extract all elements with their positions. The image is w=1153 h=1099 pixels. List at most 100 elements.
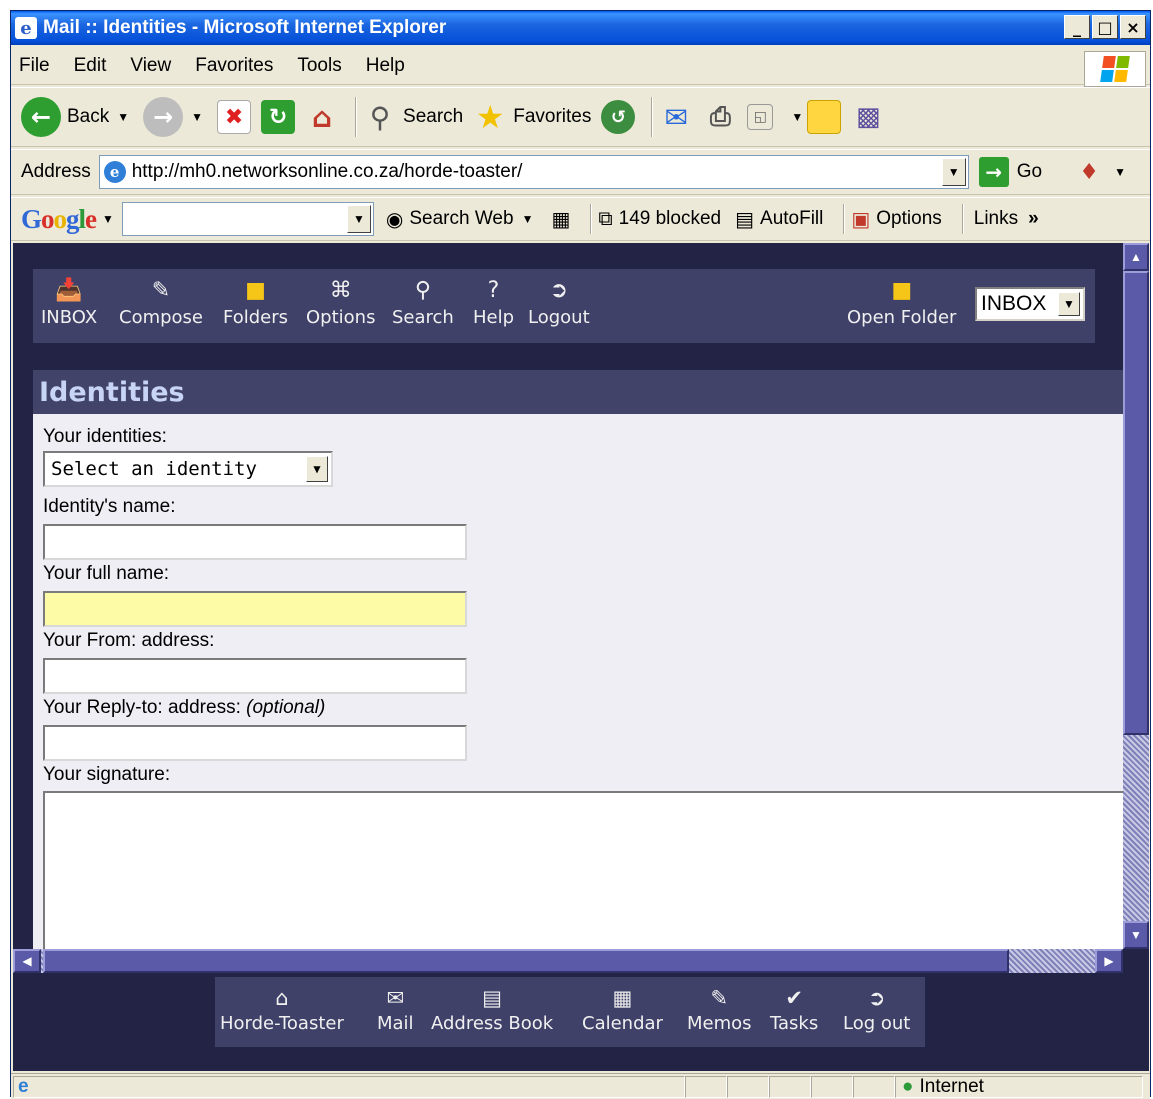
history-icon[interactable]: ↺ xyxy=(601,100,636,134)
home-icon: ⌂ xyxy=(275,986,289,1010)
menu-folders[interactable]: ■ Folders xyxy=(223,277,288,328)
search-web-button[interactable]: ◉ Search Web ▼ xyxy=(386,207,538,232)
menu-help[interactable]: Help xyxy=(366,55,405,77)
folder-select[interactable]: INBOX ▼ xyxy=(975,287,1085,321)
menu-favorites[interactable]: Favorites xyxy=(195,55,273,77)
dropdown-arrow-icon[interactable]: ▼ xyxy=(117,110,129,124)
menu-bar: File Edit View Favorites Tools Help xyxy=(11,47,1150,85)
from-address-field[interactable] xyxy=(43,658,467,694)
footer-area: ⌂ Horde-Toaster ✉ Mail ▤ Address Book ▦ … xyxy=(13,973,1149,1071)
research-icon[interactable]: ▩ xyxy=(851,100,885,134)
address-input[interactable]: e http://mh0.networksonline.co.za/horde-… xyxy=(98,155,969,189)
ie-icon: e xyxy=(15,17,37,39)
menu-compose[interactable]: ✎ Compose xyxy=(119,277,203,328)
menu-view[interactable]: View xyxy=(130,55,171,77)
toolbar-separator xyxy=(590,204,593,234)
menu-options[interactable]: ⌘ Options xyxy=(306,277,375,328)
popup-blocker-button[interactable]: ⧉ 149 blocked xyxy=(598,208,721,231)
nav-calendar[interactable]: ▦ Calendar xyxy=(582,985,663,1034)
full-name-label: Your full name: xyxy=(43,563,170,584)
notes-icon[interactable] xyxy=(807,100,842,134)
minimize-button[interactable]: _ xyxy=(1064,15,1090,39)
dropdown-arrow-icon[interactable]: ▼ xyxy=(191,110,203,124)
mail-icon: ✉ xyxy=(386,986,405,1010)
status-cell xyxy=(685,1075,727,1098)
dropdown-arrow-icon[interactable]: ▼ xyxy=(102,212,114,226)
from-address-label: Your From: address: xyxy=(43,630,215,651)
identity-name-field[interactable] xyxy=(43,524,467,560)
scroll-up-button[interactable]: ▲ xyxy=(1123,243,1149,271)
address-url[interactable]: http://mh0.networksonline.co.za/horde-to… xyxy=(132,161,523,183)
search-button[interactable]: ⚲ Search xyxy=(363,100,463,134)
menu-help-label: Help xyxy=(473,307,515,328)
footer-nav: ⌂ Horde-Toaster ✉ Mail ▤ Address Book ▦ … xyxy=(215,977,925,1047)
nav-log-out[interactable]: ➲ Log out xyxy=(843,985,910,1034)
back-button[interactable]: ← Back ▼ xyxy=(21,97,133,137)
menu-help[interactable]: ? Help xyxy=(473,277,514,328)
dropdown-arrow-icon[interactable]: ▼ xyxy=(1114,165,1126,179)
nav-address-book[interactable]: ▤ Address Book xyxy=(431,985,553,1034)
edit-page-icon[interactable]: ◱ xyxy=(747,104,774,130)
dropdown-arrow-icon[interactable]: ▼ xyxy=(522,212,534,226)
options-button[interactable]: ▣ Options xyxy=(851,207,941,232)
signature-textarea[interactable] xyxy=(43,791,1123,949)
nav-log-out-label: Log out xyxy=(843,1013,911,1034)
full-name-field[interactable] xyxy=(43,591,467,627)
windows-logo-icon xyxy=(1084,51,1146,87)
folder-select-arrow[interactable]: ▼ xyxy=(1058,292,1080,316)
scroll-left-button[interactable]: ◀ xyxy=(13,949,41,973)
favorites-button[interactable]: ★ Favorites xyxy=(473,98,591,136)
vertical-scroll-thumb[interactable] xyxy=(1123,271,1149,735)
tasks-icon: ✔ xyxy=(785,986,803,1010)
google-search-dropdown[interactable]: ▼ xyxy=(346,205,371,233)
mail-icon[interactable]: ✉ xyxy=(659,100,693,134)
menu-search[interactable]: ⚲ Search xyxy=(392,277,454,328)
links-label[interactable]: Links xyxy=(974,208,1018,230)
refresh-icon[interactable]: ↻ xyxy=(261,100,296,134)
maximize-button[interactable]: □ xyxy=(1092,15,1118,39)
toolbar-separator xyxy=(651,97,654,137)
folder-icon: ■ xyxy=(245,278,266,303)
address-dropdown-button[interactable]: ▼ xyxy=(941,158,966,186)
dropdown-arrow-icon[interactable]: ▼ xyxy=(791,110,803,124)
zone-cell: ● Internet xyxy=(895,1075,1143,1098)
nav-memos[interactable]: ✎ Memos xyxy=(687,985,752,1034)
menu-inbox[interactable]: 📥 INBOX xyxy=(41,277,97,328)
forward-button[interactable]: → ▼ xyxy=(143,97,207,137)
nav-horde-toaster[interactable]: ⌂ Horde-Toaster xyxy=(220,985,344,1034)
menu-tools[interactable]: Tools xyxy=(297,55,341,77)
go-button[interactable]: → Go xyxy=(978,157,1042,187)
autofill-button[interactable]: ▤ AutoFill xyxy=(735,207,823,232)
open-folder-button[interactable]: ■ Open Folder xyxy=(847,277,956,328)
menu-logout[interactable]: ➲ Logout xyxy=(528,277,590,328)
horizontal-scrollbar[interactable]: ◀ ▶ xyxy=(13,949,1123,973)
vertical-scrollbar[interactable]: ▲ ▼ xyxy=(1123,243,1149,949)
home-icon[interactable]: ⌂ xyxy=(305,100,339,134)
stop-icon[interactable]: ✖ xyxy=(217,100,252,134)
menu-file[interactable]: File xyxy=(19,55,50,77)
news-icon[interactable]: ▦ xyxy=(551,207,570,232)
page-viewport: 📥 INBOX ✎ Compose ■ Folders ⌘ Options ⚲ … xyxy=(13,243,1123,949)
identity-select[interactable]: Select an identity ▼ xyxy=(43,451,333,487)
scroll-down-button[interactable]: ▼ xyxy=(1123,921,1149,949)
nav-mail[interactable]: ✉ Mail xyxy=(377,985,414,1034)
google-search-input[interactable]: ▼ xyxy=(121,202,374,236)
close-button[interactable]: × xyxy=(1120,15,1146,39)
google-logo[interactable]: Google xyxy=(21,204,97,235)
nav-tasks[interactable]: ✔ Tasks xyxy=(770,985,818,1034)
horizontal-scroll-thumb[interactable] xyxy=(43,949,1009,973)
status-cell xyxy=(769,1075,811,1098)
scroll-right-button[interactable]: ▶ xyxy=(1095,949,1123,973)
menu-edit[interactable]: Edit xyxy=(74,55,107,77)
identity-select-arrow[interactable]: ▼ xyxy=(306,456,328,482)
autofill-label: AutoFill xyxy=(760,208,824,229)
chevron-right-icon[interactable]: » xyxy=(1028,208,1039,230)
open-folder-label: Open Folder xyxy=(847,307,957,328)
print-icon[interactable]: ⎙ xyxy=(703,100,737,134)
reply-to-field[interactable] xyxy=(43,725,467,761)
horde-menu-bar: 📥 INBOX ✎ Compose ■ Folders ⌘ Options ⚲ … xyxy=(33,269,1095,343)
window-controls: _ □ × xyxy=(1064,15,1146,39)
status-text-cell: e xyxy=(13,1075,685,1098)
acrobat-icon[interactable]: ♦ xyxy=(1072,155,1106,189)
scrollbar-corner xyxy=(1123,949,1149,973)
